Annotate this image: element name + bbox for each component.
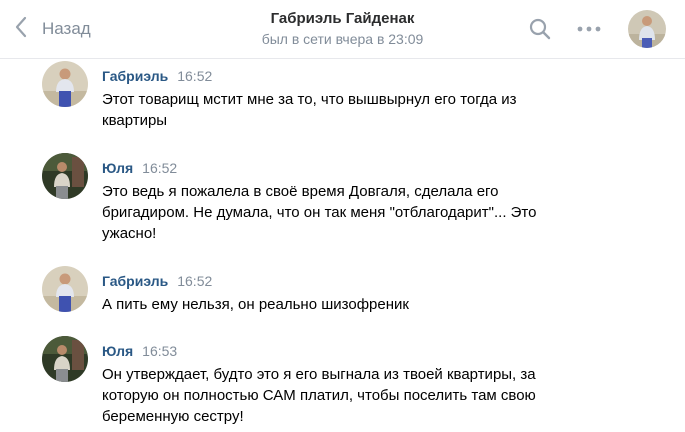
chat-header: Назад Габриэль Гайденак был в сети вчера… (0, 0, 685, 59)
back-label: Назад (42, 19, 91, 38)
message-meta: Юля 16:53 (102, 343, 177, 359)
message-text: Это ведь я пожалела в своё время Довгаля… (102, 183, 537, 242)
last-seen-status: был в сети вчера в 23:09 (261, 31, 424, 47)
message-meta: Габриэль 16:52 (102, 68, 212, 84)
message-meta: Юля 16:52 (102, 160, 177, 176)
search-icon[interactable] (528, 17, 552, 41)
message-time: 16:52 (177, 273, 213, 289)
message-time: 16:52 (177, 68, 213, 84)
avatar[interactable] (42, 336, 88, 382)
back-button[interactable]: Назад (14, 16, 91, 42)
avatar[interactable] (42, 153, 88, 199)
chat-title-block[interactable]: Габриэль Гайденак был в сети вчера в 23:… (200, 9, 485, 48)
message-text: Этот товарищ мстит мне за то, что вышвыр… (102, 91, 517, 129)
avatar[interactable] (42, 61, 88, 107)
message-time: 16:52 (142, 160, 178, 176)
message-time: 16:53 (142, 343, 178, 359)
message-text: А пить ему нельзя, он реально шизофреник (102, 296, 409, 313)
header-avatar[interactable] (628, 10, 666, 48)
message-author[interactable]: Габриэль (102, 273, 168, 289)
message-text: Он утверждает, будто это я его выгнала и… (102, 366, 536, 425)
message-author[interactable]: Юля (102, 160, 133, 176)
message-author[interactable]: Юля (102, 343, 133, 359)
avatar[interactable] (42, 266, 88, 312)
more-horizontal-icon[interactable] (576, 17, 602, 41)
chevron-left-icon (14, 16, 28, 43)
message-meta: Габриэль 16:52 (102, 273, 212, 289)
chat-title: Габриэль Гайденак (270, 10, 415, 27)
message-author[interactable]: Габриэль (102, 68, 168, 84)
